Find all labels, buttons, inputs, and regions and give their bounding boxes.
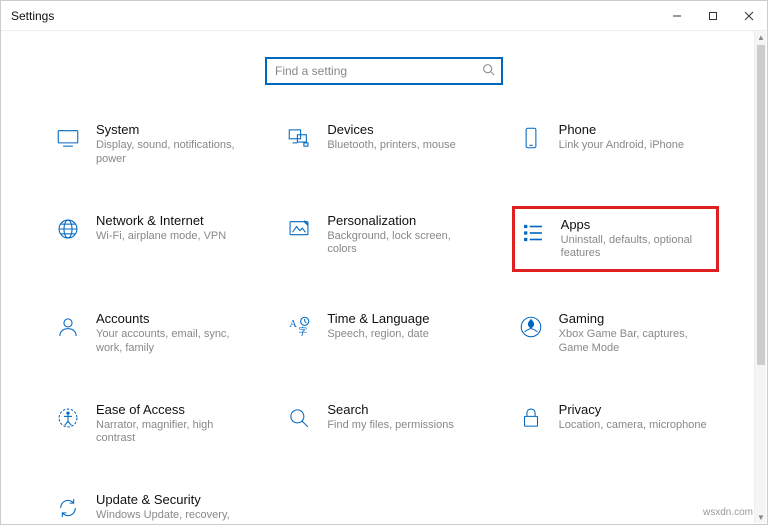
scroll-down-arrow[interactable]: ▼ [755, 511, 767, 523]
scroll-up-arrow[interactable]: ▲ [755, 31, 767, 43]
tile-title: Gaming [559, 311, 709, 326]
tile-phone[interactable]: Phone Link your Android, iPhone [512, 115, 719, 174]
close-button[interactable] [731, 1, 767, 31]
grid-spacer [512, 485, 719, 524]
tile-system[interactable]: System Display, sound, notifications, po… [49, 115, 256, 174]
vertical-scrollbar[interactable]: ▲ ▼ [754, 31, 766, 523]
svg-text:字: 字 [299, 325, 308, 336]
tile-devices[interactable]: Devices Bluetooth, printers, mouse [280, 115, 487, 174]
maximize-button[interactable] [695, 1, 731, 31]
tile-update-security[interactable]: Update & Security Windows Update, recove… [49, 485, 256, 524]
grid-spacer [280, 485, 487, 524]
search-category-icon [285, 404, 313, 432]
update-security-icon [54, 494, 82, 522]
search-input[interactable] [275, 64, 482, 78]
settings-home: System Display, sound, notifications, po… [1, 31, 767, 524]
tile-title: Devices [327, 122, 455, 137]
devices-icon [285, 124, 313, 152]
tile-ease-of-access[interactable]: Ease of Access Narrator, magnifier, high… [49, 395, 256, 454]
tile-desc: Bluetooth, printers, mouse [327, 139, 455, 153]
tile-desc: Speech, region, date [327, 328, 429, 342]
gaming-icon [517, 313, 545, 341]
tile-desc: Narrator, magnifier, high contrast [96, 419, 246, 447]
tile-privacy[interactable]: Privacy Location, camera, microphone [512, 395, 719, 454]
window-title: Settings [11, 9, 54, 23]
ease-of-access-icon [54, 404, 82, 432]
privacy-icon [517, 404, 545, 432]
tile-title: Update & Security [96, 492, 246, 507]
tile-title: Ease of Access [96, 402, 246, 417]
tile-network[interactable]: Network & Internet Wi-Fi, airplane mode,… [49, 206, 256, 273]
tile-desc: Your accounts, email, sync, work, family [96, 328, 246, 356]
scroll-thumb[interactable] [757, 45, 765, 365]
tile-title: Search [327, 402, 454, 417]
accounts-icon [54, 313, 82, 341]
phone-icon [517, 124, 545, 152]
tile-desc: Windows Update, recovery, backup [96, 509, 246, 524]
watermark: wsxdn.com [703, 507, 753, 518]
tile-title: Accounts [96, 311, 246, 326]
titlebar: Settings [1, 1, 767, 31]
window-buttons [659, 1, 767, 31]
tile-title: Network & Internet [96, 213, 226, 228]
tile-desc: Background, lock screen, colors [327, 230, 477, 258]
tile-search[interactable]: Search Find my files, permissions [280, 395, 487, 454]
system-icon [54, 124, 82, 152]
network-icon [54, 215, 82, 243]
search-icon [482, 63, 495, 79]
tile-title: Time & Language [327, 311, 429, 326]
settings-window: Settings [0, 0, 768, 525]
tile-apps[interactable]: Apps Uninstall, defaults, optional featu… [512, 206, 719, 273]
settings-grid: System Display, sound, notifications, po… [49, 115, 719, 524]
search-row [31, 57, 737, 85]
tile-desc: Wi-Fi, airplane mode, VPN [96, 230, 226, 244]
tile-desc: Display, sound, notifications, power [96, 139, 246, 167]
search-box[interactable] [265, 57, 503, 85]
tile-title: Apps [561, 217, 711, 232]
tile-title: Privacy [559, 402, 707, 417]
tile-accounts[interactable]: Accounts Your accounts, email, sync, wor… [49, 304, 256, 363]
tile-desc: Link your Android, iPhone [559, 139, 684, 153]
svg-text:A: A [290, 319, 298, 330]
tile-desc: Find my files, permissions [327, 419, 454, 433]
tile-desc: Location, camera, microphone [559, 419, 707, 433]
apps-icon [519, 219, 547, 247]
tile-desc: Uninstall, defaults, optional features [561, 234, 711, 262]
tile-title: Phone [559, 122, 684, 137]
tile-time-language[interactable]: A字 Time & Language Speech, region, date [280, 304, 487, 363]
tile-gaming[interactable]: Gaming Xbox Game Bar, captures, Game Mod… [512, 304, 719, 363]
time-language-icon: A字 [285, 313, 313, 341]
minimize-button[interactable] [659, 1, 695, 31]
personalization-icon [285, 215, 313, 243]
tile-title: Personalization [327, 213, 477, 228]
tile-title: System [96, 122, 246, 137]
tile-personalization[interactable]: Personalization Background, lock screen,… [280, 206, 487, 273]
tile-desc: Xbox Game Bar, captures, Game Mode [559, 328, 709, 356]
